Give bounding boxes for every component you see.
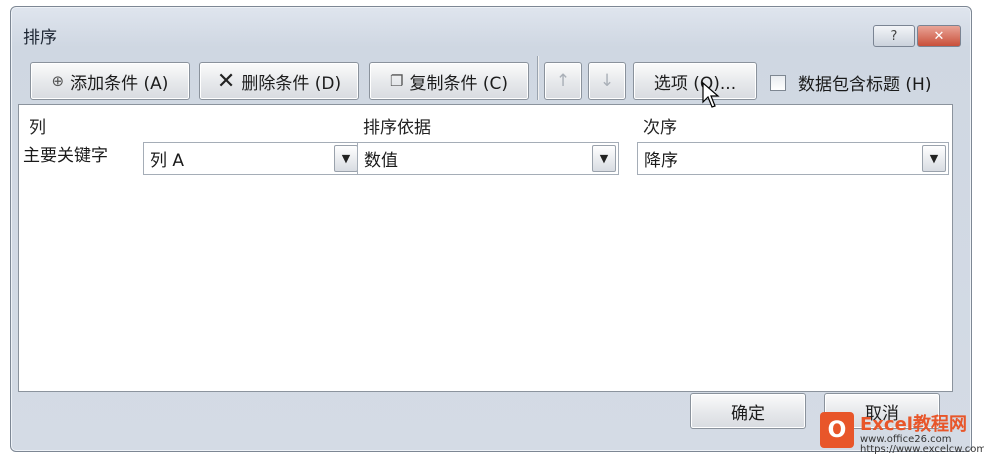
- delete-level-button[interactable]: ✕ 删除条件 (D): [199, 62, 359, 100]
- dropdown-arrow-icon[interactable]: ▼: [922, 145, 946, 172]
- copy-icon: ❐: [390, 72, 404, 90]
- watermark-site: https://www.excelcw.com: [860, 444, 984, 455]
- column-header: 列: [29, 118, 46, 138]
- primary-key-label: 主要关键字: [23, 146, 108, 166]
- mouse-cursor-icon: [702, 82, 720, 108]
- header-checkbox-label: 数据包含标题 (H): [798, 75, 932, 95]
- order-select-value: 降序: [644, 151, 678, 171]
- sort-on-select-value: 数值: [364, 151, 398, 171]
- dialog-title: 排序: [23, 28, 57, 48]
- column-select[interactable]: 列 A ▼: [143, 142, 361, 175]
- office-logo-icon: O: [820, 412, 854, 448]
- close-icon: ✕: [933, 28, 945, 44]
- move-down-button[interactable]: ↓: [588, 62, 626, 100]
- window-controls: ? ✕: [873, 25, 961, 47]
- dropdown-arrow-icon[interactable]: ▼: [592, 145, 616, 172]
- sort-levels-panel: 列 排序依据 次序 主要关键字 列 A ▼ 数值 ▼ 降序 ▼: [18, 104, 953, 392]
- add-level-button[interactable]: ⊕ 添加条件 (A): [30, 62, 190, 100]
- close-button[interactable]: ✕: [917, 25, 961, 47]
- help-button[interactable]: ?: [873, 25, 915, 47]
- add-level-icon: ⊕: [51, 72, 65, 90]
- column-select-value: 列 A: [150, 151, 185, 171]
- watermark: O Excel教程网 www.office26.com https://www.…: [820, 408, 984, 456]
- help-icon: ?: [890, 28, 898, 44]
- arrow-down-icon: ↓: [599, 71, 615, 91]
- add-level-label: 添加条件 (A): [70, 73, 169, 94]
- order-header: 次序: [643, 118, 677, 138]
- order-select[interactable]: 降序 ▼: [637, 142, 949, 175]
- header-checkbox[interactable]: [770, 74, 786, 91]
- delete-level-label: 删除条件 (D): [241, 73, 342, 94]
- dropdown-arrow-icon[interactable]: ▼: [334, 145, 358, 172]
- options-label: 选项 (O)...: [653, 73, 737, 94]
- ok-button[interactable]: 确定: [690, 393, 806, 429]
- ok-label: 确定: [731, 403, 765, 424]
- copy-level-button[interactable]: ❐ 复制条件 (C): [369, 62, 529, 100]
- header-checkbox-group[interactable]: 数据包含标题 (H): [770, 70, 931, 95]
- sort-on-header: 排序依据: [363, 118, 431, 138]
- options-button[interactable]: 选项 (O)...: [633, 62, 757, 100]
- move-up-button[interactable]: ↑: [544, 62, 582, 100]
- delete-icon: ✕: [216, 68, 236, 94]
- toolbar-separator: [537, 56, 539, 100]
- sort-on-select[interactable]: 数值 ▼: [357, 142, 619, 175]
- watermark-brand: Excel教程网: [860, 414, 967, 435]
- arrow-up-icon: ↑: [555, 71, 571, 91]
- copy-level-label: 复制条件 (C): [409, 73, 508, 94]
